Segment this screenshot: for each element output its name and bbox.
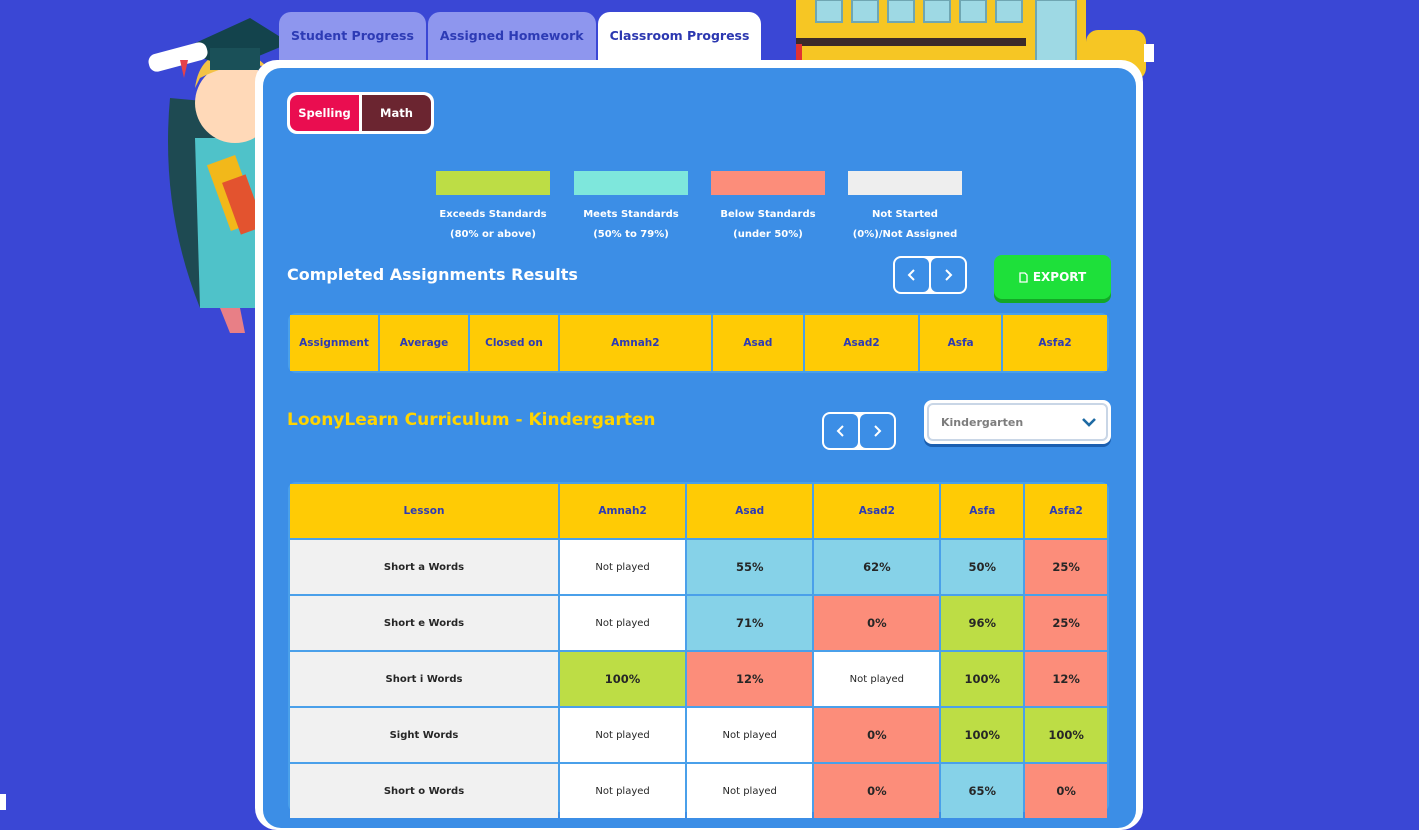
column-header-lesson[interactable]: Lesson <box>290 484 558 538</box>
curriculum-title: LoonyLearn Curriculum - Kindergarten <box>287 410 656 430</box>
column-header-student[interactable]: Asfa <box>920 315 1002 371</box>
lesson-name: Sight Words <box>290 708 558 762</box>
score-cell[interactable]: Not played <box>560 540 686 594</box>
chevron-right-icon <box>874 425 882 437</box>
subject-toggle: Spelling Math <box>287 92 434 134</box>
table-row: Short e Words Not played 71% 0% 96% 25% <box>290 596 1107 650</box>
previous-page-button[interactable] <box>895 258 929 292</box>
table-row: Short i Words 100% 12% Not played 100% 12% <box>290 652 1107 706</box>
legend-swatch <box>574 171 688 195</box>
score-cell[interactable]: 100% <box>941 708 1024 762</box>
completed-pager <box>893 256 967 294</box>
legend-label: Not Started (0%)/Not Assigned <box>852 209 958 240</box>
tab-bar: Student Progress Assigned Homework Class… <box>279 12 762 62</box>
grade-select-value: Kindergarten <box>941 415 1024 429</box>
score-cell[interactable]: 0% <box>814 596 940 650</box>
score-cell[interactable]: 100% <box>560 652 686 706</box>
curriculum-header-row: Lesson Amnah2 Asad Asad2 Asfa Asfa2 <box>290 484 1107 538</box>
legend-swatch <box>848 171 962 195</box>
column-header-average[interactable]: Average <box>380 315 468 371</box>
legend-not-started: Not Started (0%)/Not Assigned <box>848 171 962 245</box>
score-cell[interactable]: Not played <box>560 596 686 650</box>
chevron-left-icon <box>907 269 915 281</box>
lesson-name: Short a Words <box>290 540 558 594</box>
spelling-button[interactable]: Spelling <box>290 95 359 131</box>
score-cell[interactable]: 25% <box>1025 540 1107 594</box>
chevron-down-icon <box>1082 418 1096 427</box>
grade-select[interactable]: Kindergarten <box>924 400 1111 444</box>
chevron-right-icon <box>945 269 953 281</box>
tab-student-progress[interactable]: Student Progress <box>279 12 426 60</box>
column-header-student[interactable]: Asad2 <box>814 484 940 538</box>
column-header-assignment[interactable]: Assignment <box>290 315 378 371</box>
page-corner <box>0 794 6 810</box>
file-icon <box>1019 271 1028 283</box>
legend-label: Below Standards (under 50%) <box>720 209 816 240</box>
score-cell[interactable]: 12% <box>687 652 813 706</box>
score-cell[interactable]: Not played <box>560 708 686 762</box>
export-label: EXPORT <box>1032 270 1087 284</box>
column-header-student[interactable]: Asfa <box>941 484 1024 538</box>
tab-assigned-homework[interactable]: Assigned Homework <box>427 12 596 60</box>
table-row: Sight Words Not played Not played 0% 100% 100… <box>290 708 1107 762</box>
score-cell[interactable]: 25% <box>1025 596 1107 650</box>
score-cell[interactable]: Not played <box>814 652 940 706</box>
legend-meets: Meets Standards (50% to 79%) <box>574 171 688 245</box>
completed-assignments-title: Completed Assignments Results <box>287 265 578 284</box>
score-cell[interactable]: 100% <box>941 652 1024 706</box>
grade-select-field[interactable]: Kindergarten <box>927 403 1108 441</box>
lesson-name: Short e Words <box>290 596 558 650</box>
column-header-closed-on[interactable]: Closed on <box>470 315 558 371</box>
table-row: Short a Words Not played 55% 62% 50% 25% <box>290 540 1107 594</box>
lesson-name: Short i Words <box>290 652 558 706</box>
column-header-student[interactable]: Amnah2 <box>560 484 686 538</box>
legend-swatch <box>711 171 825 195</box>
score-cell[interactable]: 50% <box>941 540 1024 594</box>
completed-header-row: Assignment Average Closed on Amnah2 Asad… <box>290 315 1107 371</box>
score-cell[interactable]: 0% <box>814 708 940 762</box>
completed-table: Assignment Average Closed on Amnah2 Asad… <box>288 313 1109 373</box>
math-button[interactable]: Math <box>362 95 431 131</box>
next-page-button[interactable] <box>931 258 965 292</box>
score-cell[interactable]: Not played <box>687 708 813 762</box>
column-header-student[interactable]: Asad2 <box>805 315 919 371</box>
column-header-student[interactable]: Amnah2 <box>560 315 711 371</box>
legend-label: Meets Standards (50% to 79%) <box>583 209 679 240</box>
score-cell[interactable]: 12% <box>1025 652 1107 706</box>
score-cell[interactable]: 100% <box>1025 708 1107 762</box>
chevron-left-icon <box>836 425 844 437</box>
export-button[interactable]: EXPORT <box>994 255 1111 299</box>
score-cell[interactable]: 96% <box>941 596 1024 650</box>
legend-swatch <box>436 171 550 195</box>
column-header-student[interactable]: Asad <box>687 484 813 538</box>
legend-label: Exceeds Standards (80% or above) <box>439 209 547 240</box>
legend-exceeds: Exceeds Standards (80% or above) <box>436 171 550 245</box>
curriculum-pager <box>822 412 896 450</box>
tab-classroom-progress[interactable]: Classroom Progress <box>597 12 762 62</box>
score-cell[interactable]: 55% <box>687 540 813 594</box>
previous-page-button[interactable] <box>824 414 858 448</box>
column-header-student[interactable]: Asfa2 <box>1025 484 1107 538</box>
column-header-student[interactable]: Asfa2 <box>1003 315 1107 371</box>
legend-below: Below Standards (under 50%) <box>711 171 825 245</box>
next-page-button[interactable] <box>860 414 894 448</box>
curriculum-table: Lesson Amnah2 Asad Asad2 Asfa Asfa2 Shor… <box>288 482 1109 818</box>
column-header-student[interactable]: Asad <box>712 315 804 371</box>
score-cell[interactable]: 71% <box>687 596 813 650</box>
score-cell[interactable]: 62% <box>814 540 940 594</box>
